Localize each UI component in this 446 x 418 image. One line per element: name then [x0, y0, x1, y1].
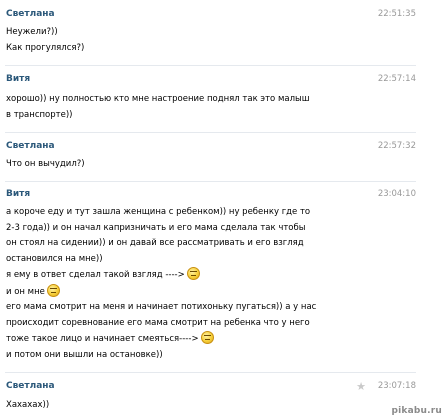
smiley-icon	[46, 283, 60, 297]
message-line: происходит соревнование его мама смотрит…	[6, 317, 310, 328]
message-divider	[5, 372, 416, 373]
message-line: тоже такое лицо и начинает смеяться---->	[6, 331, 378, 348]
message-line: и потом они вышли на остановке))	[6, 349, 163, 360]
message-line: 2-3 года)) и он начал капризничать и его…	[6, 222, 306, 233]
message-line: Хахахах))	[6, 400, 50, 410]
message-author[interactable]: Светлана	[6, 141, 55, 151]
message-body: Неужели?)) Как прогулялся?)	[6, 25, 378, 56]
message-line: хорошо)) ну полностью кто мне настроение…	[6, 94, 310, 104]
message-divider	[5, 181, 416, 182]
smiley-icon	[200, 331, 214, 344]
star-icon[interactable]: ★	[356, 380, 366, 393]
message-body: а короче еду и тут зашла женщина с ребен…	[6, 205, 378, 363]
message-time: 22:57:32	[377, 141, 416, 151]
message-time: 23:04:10	[377, 189, 416, 199]
message-body: Что он вычудил?)	[6, 157, 378, 173]
message-line: остановился на мне))	[6, 253, 103, 264]
message-divider	[5, 65, 416, 66]
message-line: его мама смотрит на меня и начинает поти…	[6, 302, 317, 312]
message-line: Как прогулялся?)	[6, 42, 85, 53]
message-line: я ему в ответ сделал такой взгляд ---->	[6, 267, 378, 284]
smiley-icon	[186, 267, 200, 280]
message-author[interactable]: Светлана	[6, 9, 55, 19]
message-body: Хахахах))	[6, 398, 378, 414]
message-time: 22:57:14	[377, 74, 416, 84]
message-line: а короче еду и тут зашла женщина с ребен…	[6, 207, 311, 217]
message-divider	[5, 132, 416, 133]
message-time: 23:07:18	[377, 381, 416, 391]
message-body: хорошо)) ну полностью кто мне настроение…	[6, 92, 378, 123]
message-line: и он мне	[6, 283, 378, 301]
message-author[interactable]: Витя	[6, 189, 30, 199]
message-time: 22:51:35	[377, 9, 416, 19]
message-line: Неужели?))	[6, 27, 58, 37]
message-author[interactable]: Светлана	[6, 381, 55, 391]
message-author[interactable]: Витя	[6, 74, 30, 84]
message-line: он стоял на сидении)) и он давай все рас…	[6, 238, 304, 248]
message-line: Что он вычудил?)	[6, 159, 85, 169]
message-line: в транспорте))	[6, 109, 73, 120]
watermark: pikabu.ru	[391, 406, 442, 416]
